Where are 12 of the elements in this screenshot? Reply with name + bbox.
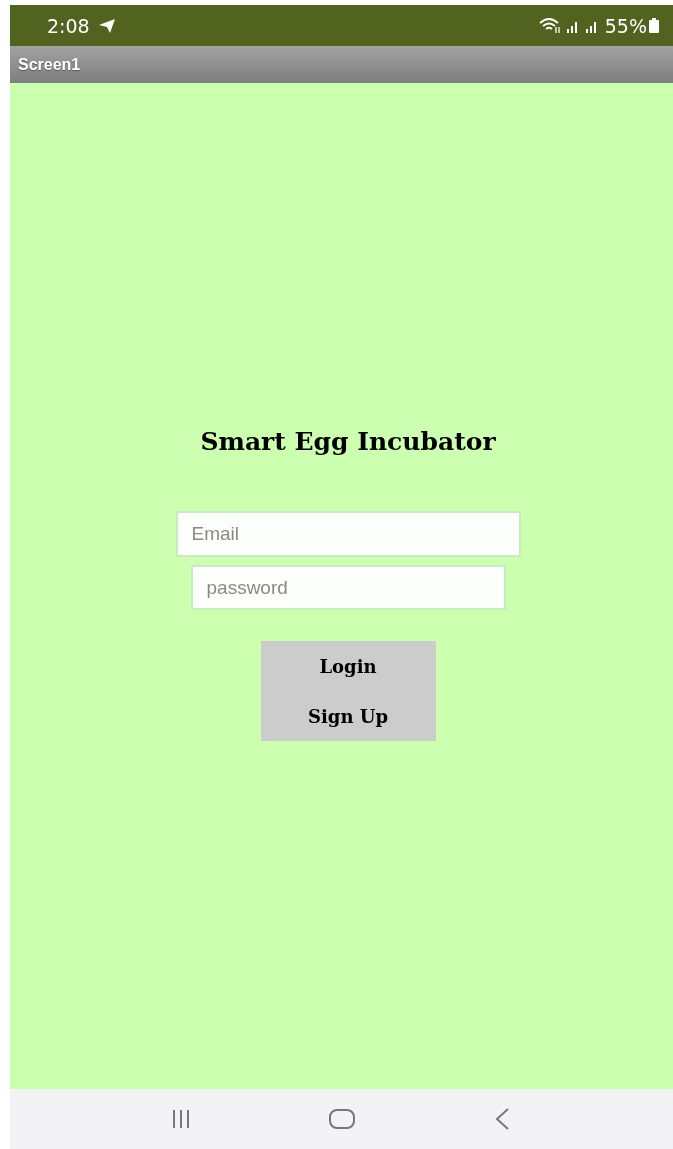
- send-icon: [97, 17, 116, 34]
- screen-title: Screen1: [18, 55, 81, 74]
- home-icon[interactable]: [326, 1107, 357, 1131]
- email-field[interactable]: Email: [175, 511, 521, 557]
- sign-up-button[interactable]: Sign Up: [260, 691, 436, 741]
- battery-percent: 55%: [604, 14, 647, 37]
- login-button[interactable]: Login: [260, 641, 436, 691]
- battery-icon: [649, 18, 659, 33]
- status-time: 2:08: [47, 14, 90, 37]
- wifi-icon: [538, 17, 561, 34]
- password-field[interactable]: password: [190, 565, 506, 610]
- app-heading: Smart Egg Incubator: [200, 427, 496, 456]
